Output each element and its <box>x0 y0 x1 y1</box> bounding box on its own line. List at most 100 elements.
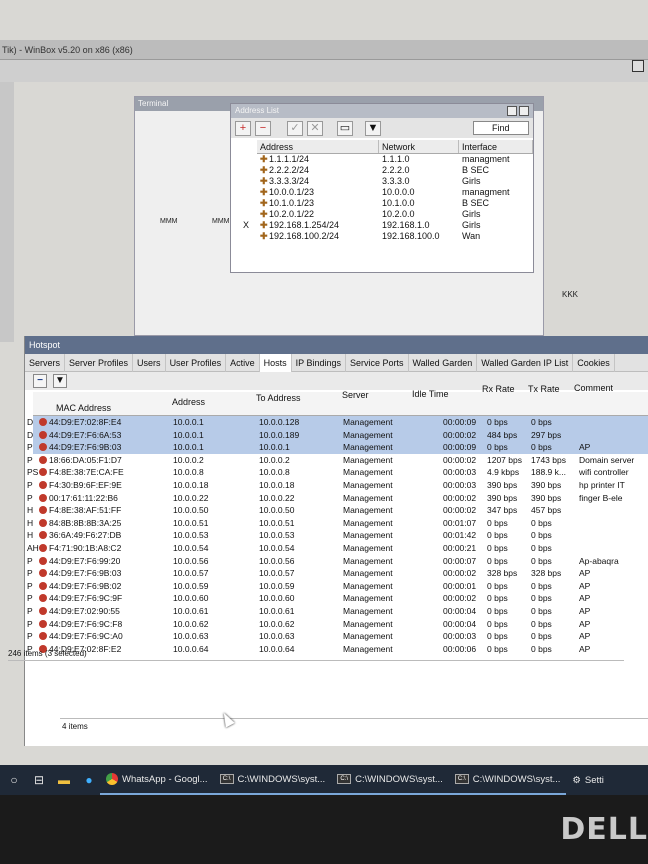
table-row[interactable]: H 84:8B:8B:8B:3A:25 10.0.0.51 10.0.0.51 Mana… <box>27 517 648 530</box>
find-input[interactable]: Find <box>473 121 529 135</box>
file-explorer-icon[interactable]: ▬ <box>53 769 75 791</box>
tx-rate-cell: 0 bps <box>531 417 552 427</box>
address-list-window[interactable]: Address List + − ✓ ✕ ▭ ▼ Find Address Ne… <box>230 103 534 273</box>
column-header[interactable]: Network <box>379 140 459 153</box>
table-row[interactable]: ✚10.0.0.1/23 10.0.0.0 managment <box>257 187 533 198</box>
filter-icon[interactable]: ▼ <box>365 121 381 136</box>
idle-time-cell: 00:00:06 <box>443 643 477 654</box>
tab-walled-garden-ip-list[interactable]: Walled Garden IP List <box>477 353 574 372</box>
table-row[interactable]: PS F4:8E:38:7E:CA:FE 10.0.0.8 10.0.0.8 Manag… <box>27 466 648 479</box>
task-view-icon[interactable]: ⊟ <box>28 769 50 791</box>
address-cell: ✚2.2.2.2/24 <box>260 165 310 175</box>
server-cell: Management <box>343 467 393 478</box>
comment-cell: AP <box>579 605 591 616</box>
taskbar-item-cmd[interactable]: C:\ C:\WINDOWS\syst... <box>448 765 567 795</box>
table-row[interactable]: ✚2.2.2.2/24 2.2.2.0 B SEC <box>257 165 533 176</box>
table-row[interactable]: P 44:D9:E7:F6:9C:9F 10.0.0.60 10.0.0.60 Mana… <box>27 592 648 605</box>
table-row[interactable]: ✚192.168.100.2/24 192.168.100.0 Wan <box>257 231 533 242</box>
table-row[interactable]: P 44:D9:E7:02:90:55 10.0.0.61 10.0.0.61 Mana… <box>27 605 648 618</box>
table-row[interactable]: P F4:30:B9:6F:EF:9E 10.0.0.18 10.0.0.18 Mana… <box>27 479 648 492</box>
console-icon: C:\ <box>219 774 234 784</box>
table-row[interactable]: ✚3.3.3.3/24 3.3.3.0 Girls <box>257 176 533 187</box>
rx-rate-cell: 0 bps <box>487 580 508 591</box>
remove-button[interactable]: − <box>33 374 47 388</box>
taskbar-item-whatsapp[interactable]: WhatsApp - Googl... <box>100 765 214 795</box>
window-restore-button[interactable] <box>632 60 644 72</box>
table-row[interactable]: AH F4:71:90:1B:A8:C2 10.0.0.54 10.0.0.54 Man… <box>27 542 648 555</box>
close-button[interactable] <box>519 106 529 116</box>
comment-button[interactable]: ▭ <box>337 121 353 136</box>
host-icon <box>39 518 47 527</box>
tab-ip-bindings[interactable]: IP Bindings <box>292 353 346 372</box>
mac-text: 44:D9:E7:02:8F:E4 <box>49 417 122 427</box>
table-row[interactable]: D 44:D9:E7:02:8F:E4 10.0.0.1 10.0.0.128 Mana… <box>27 416 648 429</box>
tab-servers[interactable]: Servers <box>25 353 66 372</box>
tab-cookies[interactable]: Cookies <box>573 353 615 372</box>
tab-service-ports[interactable]: Service Ports <box>346 353 409 372</box>
taskbar-item-settings[interactable]: ⚙ Setti <box>566 765 610 795</box>
address-cell: ✚3.3.3.3/24 <box>260 176 310 186</box>
taskbar-item-cmd[interactable]: C:\ C:\WINDOWS\syst... <box>331 765 449 795</box>
table-row[interactable]: ✚10.1.0.1/23 10.1.0.0 B SEC <box>257 198 533 209</box>
enable-button[interactable]: ✓ <box>287 121 303 136</box>
column-header[interactable]: Server <box>339 390 369 400</box>
taskbar-label: WhatsApp - Googl... <box>122 773 208 785</box>
column-header[interactable]: Idle Time <box>409 389 449 399</box>
flag-cell: P <box>27 492 33 503</box>
column-header[interactable]: Address <box>257 140 379 153</box>
table-header: MAC Address Address To Address Server Id… <box>33 383 648 416</box>
tab-user-profiles[interactable]: User Profiles <box>166 353 227 372</box>
host-icon <box>39 443 47 452</box>
rx-rate-cell: 0 bps <box>487 555 508 566</box>
table-row[interactable]: H 36:6A:49:F6:27:DB 10.0.0.53 10.0.0.53 Mana… <box>27 529 648 542</box>
comment-cell: AP <box>579 442 591 453</box>
column-header[interactable]: Interface <box>459 140 533 153</box>
tab-hosts[interactable]: Hosts <box>259 353 292 372</box>
filter-icon[interactable]: ▼ <box>53 374 67 388</box>
mac-cell: 44:D9:E7:02:8F:E4 <box>39 416 121 429</box>
edge-icon[interactable]: ● <box>78 769 100 791</box>
idle-time-cell: 00:00:09 <box>443 417 477 427</box>
table-row[interactable]: P 44:D9:E7:02:8F:E2 10.0.0.64 10.0.0.64 Mana… <box>27 643 648 656</box>
tab-server-profiles[interactable]: Server Profiles <box>65 353 134 372</box>
mac-cell: 44:D9:E7:F6:99:20 <box>39 555 120 568</box>
table-row[interactable]: ✚1.1.1.1/24 1.1.1.0 managment <box>257 154 533 165</box>
table-row[interactable]: P 44:D9:E7:F6:9B:02 10.0.0.59 10.0.0.59 Mana… <box>27 580 648 593</box>
column-header[interactable]: Comment <box>571 383 613 393</box>
search-icon[interactable]: ○ <box>3 769 25 791</box>
table-row[interactable]: P 44:D9:E7:F6:99:20 10.0.0.56 10.0.0.56 Mana… <box>27 555 648 568</box>
tab-users[interactable]: Users <box>133 353 166 372</box>
idle-time-cell: 00:01:42 <box>443 530 477 541</box>
column-header[interactable]: MAC Address <box>53 403 111 413</box>
minimize-button[interactable] <box>507 106 517 116</box>
table-row[interactable]: P 44:D9:E7:F6:9C:F8 10.0.0.62 10.0.0.62 Mana… <box>27 618 648 631</box>
hosts-status: 246 items (3 selected) <box>8 649 87 658</box>
tab-active[interactable]: Active <box>226 353 260 372</box>
taskbar-item-cmd[interactable]: C:\ C:\WINDOWS\syst... <box>213 765 332 795</box>
table-row[interactable]: P 44:D9:E7:F6:9B:03 10.0.0.57 10.0.0.57 Mana… <box>27 567 648 580</box>
table-row[interactable]: P 44:D9:E7:F6:9C:A0 10.0.0.63 10.0.0.63 Mana… <box>27 630 648 643</box>
column-header[interactable]: Address <box>169 397 205 407</box>
table-row[interactable]: P 00:17:61:11:22:B6 10.0.0.22 10.0.0.22 Mana… <box>27 492 648 505</box>
idle-time-cell: 00:00:03 <box>443 479 477 490</box>
table-row[interactable]: D 44:D9:E7:F6:6A:53 10.0.0.1 10.0.0.189 Mana… <box>27 428 648 442</box>
table-row[interactable]: P 44:D9:E7:F6:9B:03 10.0.0.1 10.0.0.1 Manage… <box>27 441 648 454</box>
hotspot-window[interactable]: Hotspot Servers Server Profiles Users User … <box>24 336 648 746</box>
table-row[interactable]: H F4:8E:38:AF:51:FF 10.0.0.50 10.0.0.50 Mana… <box>27 504 648 517</box>
interface-cell: Girls <box>462 176 481 186</box>
column-header[interactable]: Tx Rate <box>525 384 560 394</box>
address-cell: 10.0.0.63 <box>173 631 209 642</box>
table-row[interactable]: ✚10.2.0.1/22 10.2.0.0 Girls <box>257 209 533 220</box>
table-row[interactable]: ✚192.168.1.254/24 192.168.1.0 Girls X <box>243 220 533 231</box>
column-header[interactable]: To Address <box>253 393 301 403</box>
mac-cell: F4:71:90:1B:A8:C2 <box>39 542 121 555</box>
address-cell: 10.0.0.51 <box>173 517 209 528</box>
table-row[interactable]: P 18:66:DA:05:F1:D7 10.0.0.2 10.0.0.2 Manage… <box>27 454 648 467</box>
column-header[interactable]: Rx Rate <box>479 384 515 394</box>
disable-button[interactable]: ✕ <box>307 121 323 136</box>
tab-walled-garden[interactable]: Walled Garden <box>409 353 478 372</box>
add-button[interactable]: + <box>235 121 251 136</box>
remove-button[interactable]: − <box>255 121 271 136</box>
address-cell: ✚10.2.0.1/22 <box>260 209 315 219</box>
rx-rate-cell: 0 bps <box>487 618 508 629</box>
